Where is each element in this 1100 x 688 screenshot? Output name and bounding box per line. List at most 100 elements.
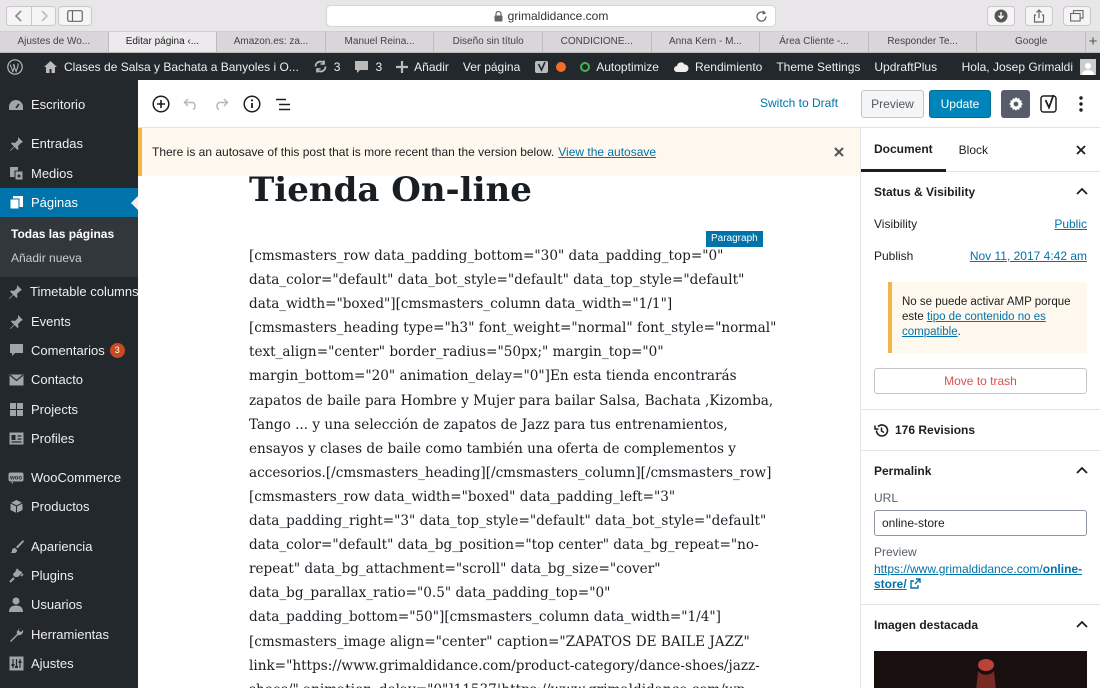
browser-tab[interactable]: Amazon.es: za...: [217, 32, 326, 52]
content-info-button[interactable]: [242, 94, 262, 114]
gear-icon: [1008, 96, 1023, 111]
downloads-button[interactable]: [987, 6, 1015, 26]
updraftplus-menu[interactable]: UpdraftPlus: [867, 53, 944, 80]
permalink-preview-link[interactable]: https://www.grimaldidance.com/online-sto…: [874, 562, 1082, 591]
featured-image-thumbnail[interactable]: [874, 651, 1087, 688]
tabs-overview-button[interactable]: [1063, 6, 1091, 26]
panel-title: Imagen destacada: [874, 618, 979, 632]
site-name-menu[interactable]: Clases de Salsa y Bachata a Banyoles i O…: [36, 53, 306, 80]
sidebar-item-profiles[interactable]: Profiles: [0, 424, 138, 453]
plug-icon: [8, 568, 24, 584]
yoast-menu[interactable]: [527, 53, 573, 80]
updates-menu[interactable]: 3: [306, 53, 348, 80]
sidebar-item-herramientas[interactable]: Herramientas: [0, 619, 138, 648]
account-menu[interactable]: Hola, Josep Grimaldi: [962, 53, 1096, 80]
sidebar-item-label: Productos: [31, 499, 90, 515]
revisions-panel[interactable]: 176 Revisions: [861, 410, 1100, 451]
sidebar-item-woocommerce[interactable]: woo WooCommerce: [0, 463, 138, 492]
view-page-link[interactable]: Ver página: [456, 53, 527, 80]
more-options-button[interactable]: [1072, 94, 1090, 114]
preview-button[interactable]: Preview: [861, 90, 924, 118]
sidebar-item-projects[interactable]: Projects: [0, 394, 138, 423]
submenu-item-add-new[interactable]: Añadir nueva: [0, 246, 138, 270]
chevron-up-icon: [1076, 466, 1088, 474]
mail-icon: [8, 372, 24, 388]
browser-tab[interactable]: CONDICIONE...: [543, 32, 652, 52]
browser-tab[interactable]: Responder Te...: [869, 32, 978, 52]
sidebar-item-label: Events: [31, 313, 71, 329]
wp-admin-bar: Clases de Salsa y Bachata a Banyoles i O…: [0, 53, 1100, 80]
wp-logo-menu[interactable]: [0, 53, 36, 80]
svg-text:woo: woo: [9, 475, 22, 481]
settings-toggle-button[interactable]: [1001, 90, 1030, 118]
browser-tab[interactable]: Google: [977, 32, 1086, 52]
block-navigation-button[interactable]: [273, 94, 293, 114]
amp-notice-end: .: [957, 326, 961, 338]
browser-tab[interactable]: Anna Kern - M...: [652, 32, 761, 52]
performance-menu[interactable]: Rendimiento: [666, 53, 769, 80]
status-visibility-toggle[interactable]: Status & Visibility: [861, 172, 1100, 212]
sidebar-item-medios[interactable]: Medios: [0, 159, 138, 188]
browser-tab[interactable]: Ajustes de Wo...: [0, 32, 109, 52]
sidebar-item-plugins[interactable]: Plugins: [0, 561, 138, 590]
paragraph-line: data_color="default" data_bg_position="t…: [249, 537, 759, 554]
close-icon[interactable]: [832, 145, 846, 159]
sidebar-item-entradas[interactable]: Entradas: [0, 129, 138, 158]
sidebar-item-productos[interactable]: Productos: [0, 492, 138, 521]
submenu-item-all-pages[interactable]: Todas las páginas: [0, 222, 138, 246]
view-autosave-link[interactable]: View the autosave: [558, 145, 656, 159]
dashboard-icon: [8, 97, 24, 113]
update-button[interactable]: Update: [929, 90, 991, 118]
sidebar-item-paginas[interactable]: Páginas: [0, 187, 138, 218]
add-block-button[interactable]: [151, 94, 171, 114]
url-slug-input[interactable]: online-store: [874, 510, 1087, 536]
browser-tab-active[interactable]: Editar página ‹...: [108, 32, 218, 52]
forward-button[interactable]: [31, 6, 56, 26]
woocommerce-icon: woo: [8, 470, 24, 486]
tab-block[interactable]: Block: [946, 128, 1001, 172]
comments-menu[interactable]: 3: [347, 53, 389, 80]
sidebar-item-label: Escritorio: [31, 97, 86, 113]
permalink-panel: Permalink URL online-store Preview https…: [861, 451, 1100, 605]
reload-icon[interactable]: [755, 10, 768, 23]
back-button[interactable]: [6, 6, 31, 26]
address-bar[interactable]: grimaldidance.com: [326, 5, 776, 27]
publish-date-toggle[interactable]: Nov 11, 2017 4:42 am: [970, 240, 1087, 272]
redo-button[interactable]: [211, 94, 231, 114]
share-button[interactable]: [1025, 6, 1053, 26]
editor-canvas: Tienda On-line Paragraph [cmsmasters_row…: [138, 176, 860, 688]
featured-image-toggle[interactable]: Imagen destacada: [861, 605, 1100, 645]
sidebar-item-usuarios[interactable]: Usuarios: [0, 590, 138, 619]
browser-tab[interactable]: Manuel Reina...: [326, 32, 435, 52]
browser-tab[interactable]: Área Cliente -...: [760, 32, 869, 52]
permalink-toggle[interactable]: Permalink: [861, 451, 1100, 491]
wordpress-icon: [7, 58, 23, 75]
plus-icon: [396, 60, 409, 73]
sidebar-item-timetable-columns[interactable]: Timetable columns: [0, 277, 139, 306]
yoast-seo-button[interactable]: [1039, 92, 1061, 116]
tab-document[interactable]: Document: [861, 128, 946, 172]
revisions-link[interactable]: 176 Revisions: [861, 410, 1100, 450]
chevron-left-icon: [15, 10, 22, 22]
sidebar-item-events[interactable]: Events: [0, 306, 138, 335]
undo-button[interactable]: [181, 94, 201, 114]
visibility-toggle[interactable]: Public: [1054, 208, 1087, 240]
theme-settings-menu[interactable]: Theme Settings: [769, 53, 867, 80]
plus-circle-icon: [152, 95, 170, 113]
autoptimize-menu[interactable]: Autoptimize: [573, 53, 666, 80]
sidebar-item-contacto[interactable]: Contacto: [0, 365, 138, 394]
browser-tab[interactable]: Diseño sin título: [434, 32, 543, 52]
paragraph-block[interactable]: [cmsmasters_row data_padding_bottom="30"…: [249, 244, 776, 688]
move-to-trash-button[interactable]: Move to trash: [874, 368, 1087, 394]
close-icon[interactable]: [1074, 143, 1088, 157]
sidebar-item-ajustes[interactable]: Ajustes: [0, 649, 138, 678]
new-content-menu[interactable]: Añadir: [389, 53, 456, 80]
sidebar-item-apariencia[interactable]: Apariencia: [0, 532, 138, 561]
post-title[interactable]: Tienda On-line: [249, 176, 532, 210]
sidebar-toggle-button[interactable]: [58, 6, 92, 26]
switch-to-draft-button[interactable]: Switch to Draft: [760, 96, 838, 110]
sidebar-item-comentarios[interactable]: Comentarios 3: [0, 336, 138, 365]
paragraph-line: Tango ... y una selección de zapatos de …: [249, 416, 728, 433]
new-tab-button[interactable]: +: [1086, 32, 1100, 52]
sidebar-item-escritorio[interactable]: Escritorio: [0, 90, 138, 119]
